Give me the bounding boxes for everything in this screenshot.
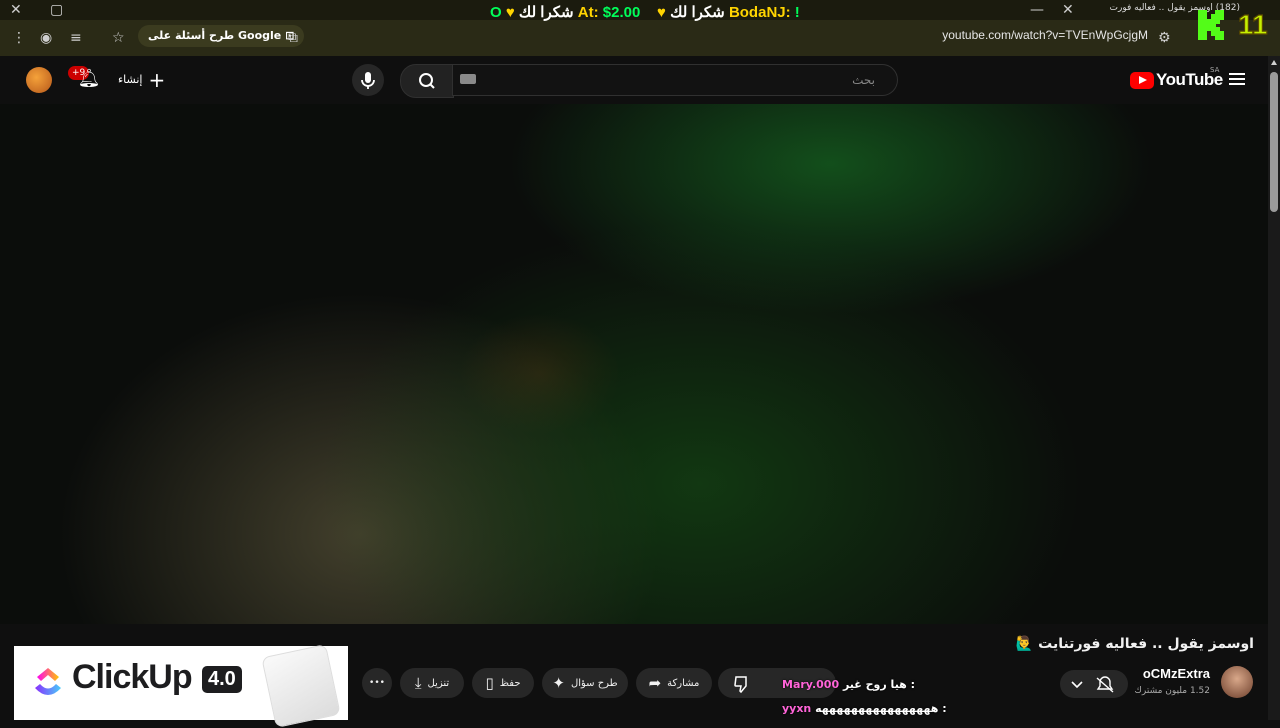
play-triangle (1139, 76, 1147, 84)
save-button[interactable]: ▯ حفظ (472, 668, 534, 698)
brand-number: 11 (1238, 9, 1268, 40)
channel-name[interactable]: oCMzExtra (1143, 666, 1210, 681)
bell-icon[interactable]: 🔔︎ (76, 66, 102, 92)
reading-list-icon[interactable]: ≡ (70, 28, 82, 48)
more-actions-button[interactable]: ••• (362, 668, 392, 698)
clickup-ad-banner[interactable]: ClickUp 4.0 (14, 643, 348, 728)
ad-version-badge: 4.0 (202, 666, 242, 693)
share-label: مشاركة (667, 678, 700, 689)
download-button[interactable]: ⤓ تنزيل (400, 668, 464, 698)
kick-logo-overlay: 11 (1198, 8, 1268, 41)
create-button[interactable]: إنشاء + (118, 68, 165, 92)
chat-text: هيا روح غير : (842, 678, 916, 691)
subscribed-notifications-button[interactable] (1060, 670, 1128, 698)
share-icon: ➦ (648, 674, 662, 692)
browser-menu-icon[interactable]: ⋮ (12, 28, 26, 48)
ad-phone-graphic (261, 643, 341, 728)
account-avatar[interactable] (26, 67, 52, 93)
create-label: إنشاء (118, 73, 143, 86)
donation-ticker: O ♥ شكرا لك At: $2.00 ♥ شكرا لك BodaNJ: … (490, 2, 800, 24)
more-icon: ••• (369, 678, 385, 688)
ticker-text: O (490, 4, 502, 21)
ask-button[interactable]: ✦ طرح سؤال (542, 668, 628, 698)
ad-brand: ClickUp (72, 658, 193, 696)
bookmark-icon: ▯ (485, 674, 494, 692)
country-code: SA (1210, 66, 1220, 74)
page-scrollbar[interactable] (1268, 56, 1280, 720)
bell-off-icon (1096, 676, 1114, 690)
ticker-text: شكرا لك (670, 4, 725, 21)
clickup-logo-icon (35, 668, 61, 695)
ask-google-label: طرح أسئلة على Google (148, 29, 282, 42)
site-settings-icon[interactable]: ⚙ (1158, 28, 1171, 48)
ticker-text: At: (577, 4, 599, 21)
url-field[interactable]: youtube.com/watch?v=TVEnWpGcjgM (942, 28, 1148, 42)
install-app-icon[interactable]: ⧉ (288, 28, 298, 48)
chat-nick: Mary.000 (782, 678, 840, 691)
scroll-up-arrow[interactable] (1271, 60, 1277, 65)
hamburger-menu-icon[interactable] (1229, 72, 1245, 86)
chat-nick: yyxn (782, 702, 812, 715)
scrollbar-thumb[interactable] (1270, 72, 1278, 212)
chat-message: Mary.000 هيا روح غير : (782, 678, 915, 691)
heart-icon: ♥ (657, 4, 666, 21)
heart-icon: ♥ (505, 4, 515, 21)
ticker-text: ! (794, 4, 800, 21)
close-tab-icon[interactable]: ✕ (1062, 0, 1074, 20)
search-input[interactable]: بحث (452, 64, 898, 96)
youtube-masthead: +9 🔔︎ إنشاء + بحث YouTube SA (0, 56, 1280, 104)
ticker-donor: BodaNJ: (728, 4, 791, 21)
ticker-text: شكرا لك (518, 4, 574, 21)
video-player[interactable] (0, 104, 1268, 624)
subscriber-count: 1.52 مليون مشترك (1134, 686, 1211, 696)
microphone-icon (361, 72, 375, 89)
download-icon: ⤓ (414, 674, 422, 692)
channel-avatar[interactable] (1221, 666, 1253, 698)
download-label: تنزيل (427, 678, 450, 689)
save-label: حفظ (499, 678, 521, 689)
share-button[interactable]: ➦ مشاركة (636, 668, 712, 698)
browser-address-bar: ⋮ ◉ ≡ ☆ طرح أسئلة على Google ⊡ ⧉ youtube… (0, 20, 1280, 56)
search-button[interactable] (400, 64, 454, 98)
restore-window-icon[interactable]: ▢ (50, 0, 63, 20)
keyboard-icon[interactable] (460, 74, 476, 84)
sparkle-icon: ✦ (552, 674, 565, 692)
dislike-icon[interactable] (728, 668, 756, 698)
bookmark-star-icon[interactable]: ☆ (112, 28, 125, 48)
video-title: اوسمز يقول .. فعاليه فورتنايت 🙋‍♂️ (1015, 636, 1254, 652)
bell-off-and-chevron (1071, 676, 1114, 693)
voice-search-button[interactable] (352, 64, 384, 96)
chat-message: yyxn ههههههههههههههههه : (782, 702, 947, 715)
chevron-down-icon (1071, 681, 1083, 689)
chat-text: ههههههههههههههههه : (815, 702, 947, 715)
ticker-amount: $2.00 (602, 4, 641, 21)
search-icon (419, 73, 435, 89)
profile-icon[interactable]: ◉ (40, 28, 52, 48)
minimize-window-icon[interactable]: — (1030, 0, 1044, 20)
close-window-icon[interactable]: ✕ (10, 0, 22, 20)
ask-google-button[interactable]: طرح أسئلة على Google ⊡ (138, 25, 305, 47)
ask-label: طرح سؤال (570, 678, 618, 689)
plus-icon: + (148, 68, 166, 92)
